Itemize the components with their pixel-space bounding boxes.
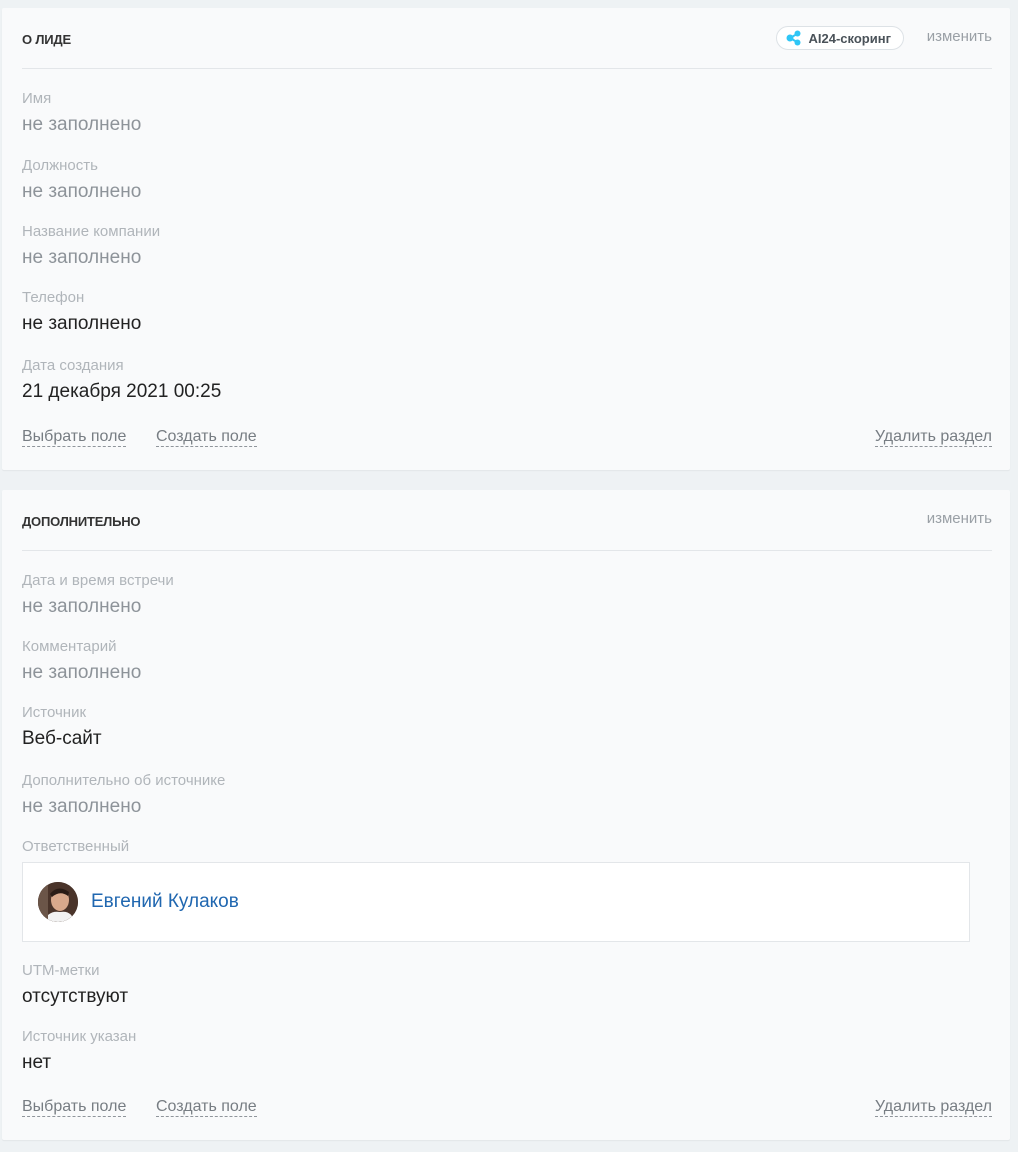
field-created-date: Дата создания 21 декабря 2021 00:25 (22, 357, 221, 404)
field-label: Источник (22, 704, 87, 721)
field-name[interactable]: Имя не заполнено (22, 90, 141, 137)
field-value: 21 декабря 2021 00:25 (22, 381, 222, 402)
ai-scoring-icon (786, 30, 800, 46)
section-header: ДОПОЛНИТЕЛЬНО изменить (22, 490, 992, 551)
delete-section-link[interactable]: Удалить раздел (874, 1098, 992, 1117)
change-button[interactable]: изменить (927, 28, 992, 45)
field-comment[interactable]: Комментарий не заполнено (22, 638, 141, 685)
field-responsible: Ответственный (22, 838, 129, 856)
responsible-box[interactable]: Евгений Кулаков (22, 862, 970, 942)
field-value: отсутствуют (22, 986, 129, 1007)
field-value: не заполнено (22, 796, 142, 817)
field-value: не заполнено (22, 313, 142, 334)
field-label: Источник указан (22, 1028, 137, 1045)
field-label: Дата и время встречи (22, 572, 174, 589)
change-button[interactable]: изменить (927, 510, 992, 527)
field-label: Имя (22, 90, 52, 107)
field-value: не заполнено (22, 596, 142, 617)
field-value: Веб-сайт (22, 728, 102, 749)
field-source[interactable]: Источник Веб-сайт (22, 704, 102, 751)
field-label: Название компании (22, 223, 161, 240)
field-meeting-datetime[interactable]: Дата и время встречи не заполнено (22, 572, 174, 619)
field-phone[interactable]: Телефон не заполнено (22, 289, 141, 336)
field-label: Телефон (22, 289, 85, 306)
select-field-link[interactable]: Выбрать поле (22, 1098, 127, 1117)
field-value: не заполнено (22, 662, 142, 683)
user-avatar[interactable] (38, 882, 78, 922)
field-utm: UTM-метки отсутствуют (22, 962, 128, 1009)
field-value: нет (22, 1052, 52, 1073)
responsible-name-link[interactable]: Евгений Кулаков (91, 891, 239, 913)
section-additional: ДОПОЛНИТЕЛЬНО изменить Дата и время встр… (2, 490, 1010, 1140)
field-source-details[interactable]: Дополнительно об источнике не заполнено (22, 772, 225, 819)
field-value: не заполнено (22, 114, 142, 135)
section-header: О ЛИДЕ AI24-скоринг изменить (22, 8, 992, 69)
field-label: Дата создания (22, 357, 124, 374)
section-title: ДОПОЛНИТЕЛЬНО (22, 514, 141, 529)
field-value: не заполнено (22, 247, 142, 268)
create-field-link[interactable]: Создать поле (156, 428, 257, 447)
ai-scoring-badge[interactable]: AI24-скоринг (775, 26, 904, 50)
select-field-link[interactable]: Выбрать поле (22, 428, 127, 447)
section-about-lead: О ЛИДЕ AI24-скоринг изменить Имя не запо… (2, 8, 1010, 470)
field-label: Комментарий (22, 638, 117, 655)
field-position[interactable]: Должность не заполнено (22, 157, 141, 204)
field-label: Должность (22, 157, 98, 174)
field-label: Дополнительно об источнике (22, 772, 226, 789)
field-label: Ответственный (22, 838, 130, 855)
field-label: UTM-метки (22, 962, 100, 979)
field-company[interactable]: Название компании не заполнено (22, 223, 160, 270)
ai-scoring-label: AI24-скоринг (808, 30, 892, 46)
delete-section-link[interactable]: Удалить раздел (874, 428, 992, 447)
field-source-specified: Источник указан нет (22, 1028, 136, 1075)
field-value: не заполнено (22, 181, 142, 202)
section-title: О ЛИДЕ (22, 32, 71, 47)
create-field-link[interactable]: Создать поле (156, 1098, 257, 1117)
